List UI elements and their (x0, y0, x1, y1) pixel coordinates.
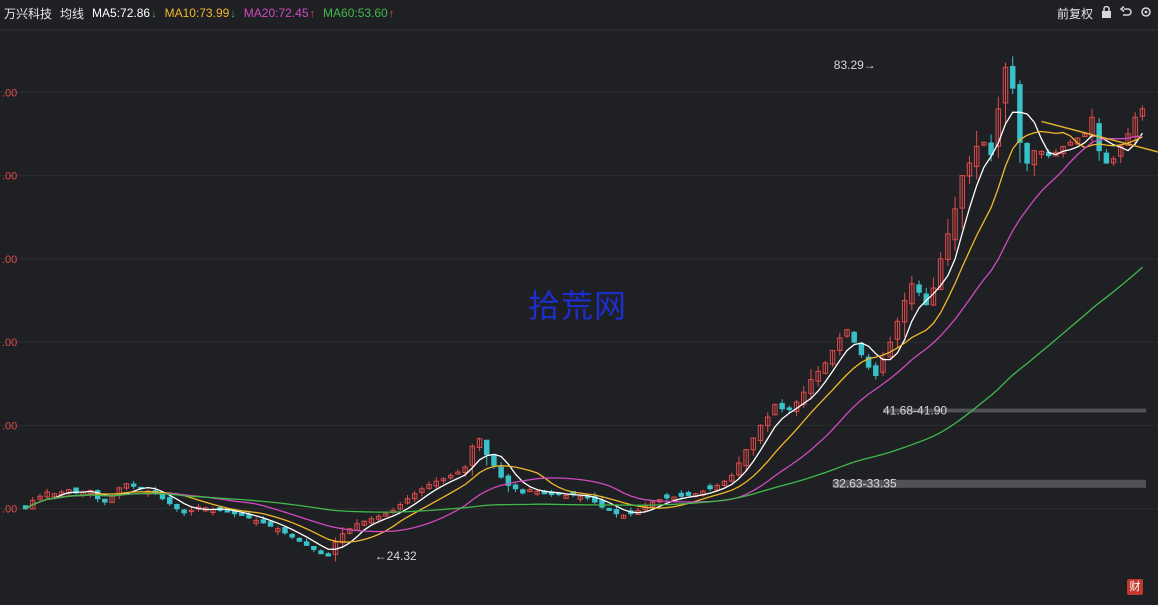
candle-body (491, 454, 497, 466)
price-annotation: ←24.32 (375, 549, 417, 563)
y-tick-label: .00 (2, 504, 17, 516)
candle-body (325, 553, 331, 557)
candle-body (174, 504, 180, 510)
candle-body (159, 493, 166, 500)
candle-body (289, 533, 295, 538)
candle-body (858, 342, 865, 356)
candle-body (873, 365, 879, 376)
y-tick-label: .00 (2, 337, 17, 349)
candle-body (1103, 152, 1110, 164)
candle-body (707, 485, 713, 490)
candle-body (664, 494, 670, 499)
candle-body (685, 491, 692, 496)
ma-line-ma20 (25, 135, 1143, 533)
price-annotation: 41.68-41.90 (883, 403, 947, 417)
candle-body (267, 521, 274, 527)
candle-body (239, 512, 245, 516)
candle-body (498, 466, 504, 478)
candle-body (1009, 66, 1016, 89)
candle-body (520, 489, 526, 494)
candle-body (296, 537, 303, 542)
watermark: 拾荒网 (528, 287, 628, 325)
candle-body (599, 500, 605, 508)
candle-body (318, 550, 324, 555)
y-tick-label: .00 (2, 254, 17, 266)
price-annotation: 83.29→ (834, 58, 876, 72)
candle-body (916, 284, 922, 293)
candle-body (851, 331, 857, 343)
candle-body (512, 484, 519, 490)
y-tick-label: .00 (2, 171, 17, 183)
candle-body (260, 519, 267, 524)
y-tick-label: .00 (2, 87, 17, 99)
y-tick-label: .00 (2, 420, 17, 432)
candle-body (181, 509, 187, 514)
candle-body (166, 497, 173, 505)
grid-lines (0, 29, 1158, 510)
candle-body (303, 541, 310, 546)
candle-body (1017, 84, 1023, 143)
candle-body (483, 439, 490, 456)
candle-body (678, 492, 685, 497)
candle-body (606, 507, 612, 511)
candle-body (102, 498, 108, 503)
candle-body (1024, 143, 1030, 164)
candle-body (613, 509, 620, 515)
candle-body (130, 483, 137, 487)
price-annotation: 32.63-33.35 (833, 477, 897, 491)
candle-body (311, 545, 317, 551)
candle-body (779, 402, 785, 410)
candle-body (786, 407, 793, 411)
finance-badge[interactable]: 财 (1127, 579, 1143, 595)
candle-body (282, 527, 288, 534)
candle-body (224, 509, 231, 513)
y-axis-labels: .00 .00 .00 .00 .00 .00 (2, 87, 17, 515)
